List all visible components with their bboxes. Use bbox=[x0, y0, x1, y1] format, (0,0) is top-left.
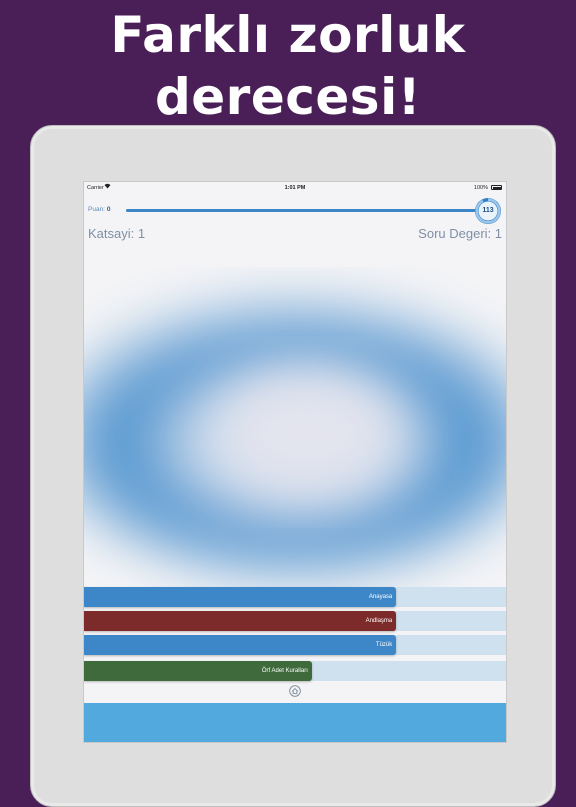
answer-option[interactable]: Andlaşma bbox=[84, 611, 506, 631]
answer-button[interactable]: Örf Adet Kuralları bbox=[84, 661, 312, 681]
blurred-question-image bbox=[84, 297, 506, 577]
answer-option[interactable]: Anayasa bbox=[84, 587, 506, 607]
answer-label: Anayasa bbox=[368, 594, 393, 600]
answer-label: Örf Adet Kuralları bbox=[261, 668, 308, 674]
score-label: Puan: bbox=[88, 206, 105, 213]
app-screen: Carrier 1:01 PM 100% Puan: 0 113 Katsayi… bbox=[83, 181, 507, 743]
multiplier-label: Katsayi: 1 bbox=[88, 226, 146, 241]
score-display: Puan: 0 bbox=[88, 206, 110, 213]
headline-line-2: derecesi! bbox=[154, 68, 422, 126]
answer-button[interactable]: Tüzük bbox=[84, 635, 397, 655]
countdown-timer-value: 113 bbox=[482, 207, 494, 214]
answer-option[interactable]: Tüzük bbox=[84, 635, 506, 655]
score-value: 0 bbox=[106, 206, 111, 213]
bottom-banner bbox=[84, 703, 506, 742]
battery-percent: 100% bbox=[473, 185, 488, 191]
progress-fill bbox=[126, 209, 478, 212]
progress-track bbox=[126, 209, 478, 212]
headline-line-1: Farklı zorluk bbox=[110, 6, 466, 64]
answer-button[interactable]: Andlaşma bbox=[84, 611, 397, 631]
answer-option[interactable]: Örf Adet Kuralları bbox=[84, 661, 506, 681]
question-value-label: Soru Degeri: 1 bbox=[418, 226, 502, 241]
answer-label: Andlaşma bbox=[365, 618, 393, 624]
answer-button[interactable]: Anayasa bbox=[84, 587, 397, 607]
status-bar: Carrier 1:01 PM 100% bbox=[84, 182, 506, 194]
home-icon[interactable] bbox=[289, 685, 301, 697]
status-time: 1:01 PM bbox=[284, 185, 306, 191]
answer-label: Tüzük bbox=[375, 642, 393, 648]
battery-icon bbox=[491, 185, 502, 190]
